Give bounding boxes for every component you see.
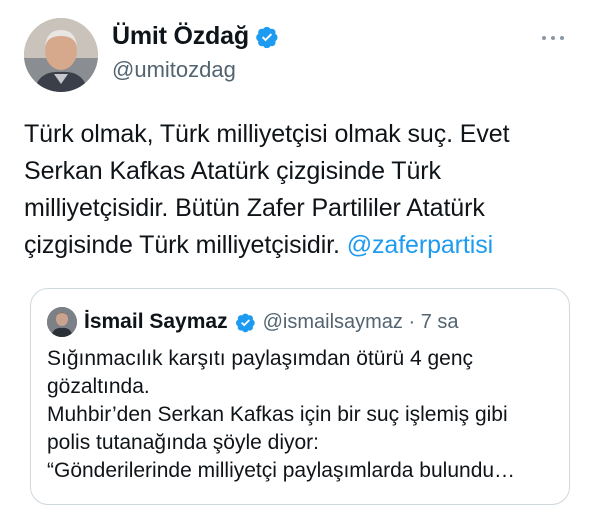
quoted-tweet-text: Sığınmacılık karşıtı paylaşımdan ötürü 4… — [47, 345, 557, 485]
quoted-author-handle-time[interactable]: @ismailsaymaz · 7 sa — [263, 311, 459, 334]
quoted-author-name[interactable]: İsmail Saymaz — [84, 310, 228, 334]
author-block: Ümit Özdağ @umitozdag — [112, 22, 279, 83]
quoted-user-avatar-icon — [47, 307, 77, 337]
author-handle[interactable]: @umitozdag — [112, 57, 279, 83]
quoted-text-line: gözaltında. — [47, 375, 150, 398]
user-avatar-icon — [24, 18, 98, 92]
quoted-text-line: Sığınmacılık karşıtı paylaşımdan ötürü 4… — [47, 347, 474, 370]
quoted-text-line: “Gönderilerinde milliyetçi paylaşımlarda… — [47, 459, 516, 482]
quoted-author-avatar[interactable] — [47, 307, 77, 337]
tweet-card: Ümit Özdağ @umitozdag Türk olmak, Türk m… — [0, 0, 600, 524]
mention-link[interactable]: @zaferpartisi — [347, 231, 493, 259]
quoted-text-line: Muhbir’den Serkan Kafkas için bir suç iş… — [47, 403, 508, 426]
quoted-tweet[interactable]: İsmail Saymaz @ismailsaymaz · 7 sa Sığın… — [30, 288, 570, 505]
tweet-text: Türk olmak, Türk milliyetçisi olmak suç.… — [24, 116, 580, 264]
verified-badge-icon — [256, 26, 278, 48]
quoted-verified-badge-icon — [235, 313, 255, 332]
quoted-text-line: polis tutanağında şöyle diyor: — [47, 431, 320, 454]
quoted-tweet-header: İsmail Saymaz @ismailsaymaz · 7 sa — [47, 307, 459, 337]
author-avatar[interactable] — [24, 18, 98, 92]
author-name[interactable]: Ümit Özdağ — [112, 22, 249, 51]
more-options-icon[interactable] — [536, 30, 570, 46]
